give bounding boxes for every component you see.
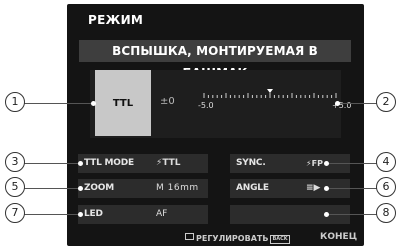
callout-2-dot xyxy=(335,101,340,106)
callout-4-leader xyxy=(326,163,378,165)
flash-mode-bar[interactable]: ВСПЫШКА, МОНТИРУЕМАЯ В БАШМАК xyxy=(79,40,351,80)
callout-4: 4 xyxy=(376,152,396,172)
callout-4-dot xyxy=(324,161,329,166)
scale-min-label: -5.0 xyxy=(198,101,214,110)
dial-icon xyxy=(185,233,194,240)
exposure-compensation-scale[interactable] xyxy=(200,88,340,102)
callout-8-leader xyxy=(326,214,378,216)
led-label: LED xyxy=(84,209,103,219)
zoom-label: ZOOM xyxy=(84,183,114,193)
back-key-icon: BACK xyxy=(270,235,290,244)
callout-6-dot xyxy=(324,186,329,191)
high-speed-sync-icon: ⚡FP xyxy=(306,159,323,168)
callout-3-leader xyxy=(24,163,80,165)
ttl-mode-setting[interactable]: TTL MODE xyxy=(78,154,208,173)
screen-title: РЕЖИМ xyxy=(88,13,144,27)
ttl-mode-label: TTL MODE xyxy=(84,158,134,168)
callout-7: 7 xyxy=(5,203,25,223)
callout-3-dot xyxy=(78,161,83,166)
sync-label: SYNC. xyxy=(236,158,266,168)
zoom-value: M 16mm xyxy=(156,183,199,193)
callout-5: 5 xyxy=(5,177,25,197)
callout-3: 3 xyxy=(5,152,25,172)
callout-2: 2 xyxy=(376,92,396,112)
callout-6: 6 xyxy=(376,177,396,197)
angle-label: ANGLE xyxy=(236,183,269,193)
scale-pointer xyxy=(267,89,273,93)
led-value: AF xyxy=(156,209,168,219)
callout-7-dot xyxy=(78,212,83,217)
led-setting[interactable]: LED xyxy=(78,205,208,224)
compensation-value: ±0 xyxy=(160,96,175,107)
adjust-label: РЕГУЛИРОВАТЬ xyxy=(196,234,269,243)
callout-1: 1 xyxy=(5,92,25,112)
callout-7-leader xyxy=(24,214,80,216)
adjust-hint: РЕГУЛИРОВАТЬ BACK xyxy=(185,233,292,244)
callout-8: 8 xyxy=(376,203,396,223)
callout-1-leader xyxy=(24,103,94,105)
ttl-mode-value: ⚡TTL xyxy=(156,158,181,168)
callout-5-dot xyxy=(78,186,83,191)
callout-6-leader xyxy=(326,188,378,190)
callout-2-leader xyxy=(338,103,378,105)
callout-1-dot xyxy=(91,101,96,106)
callout-8-dot xyxy=(324,212,329,217)
angle-icon: ≡▶ xyxy=(306,183,321,193)
ttl-mode-indicator[interactable]: TTL xyxy=(95,70,151,136)
callout-5-leader xyxy=(24,188,80,190)
end-label[interactable]: КОНЕЦ xyxy=(320,232,357,242)
